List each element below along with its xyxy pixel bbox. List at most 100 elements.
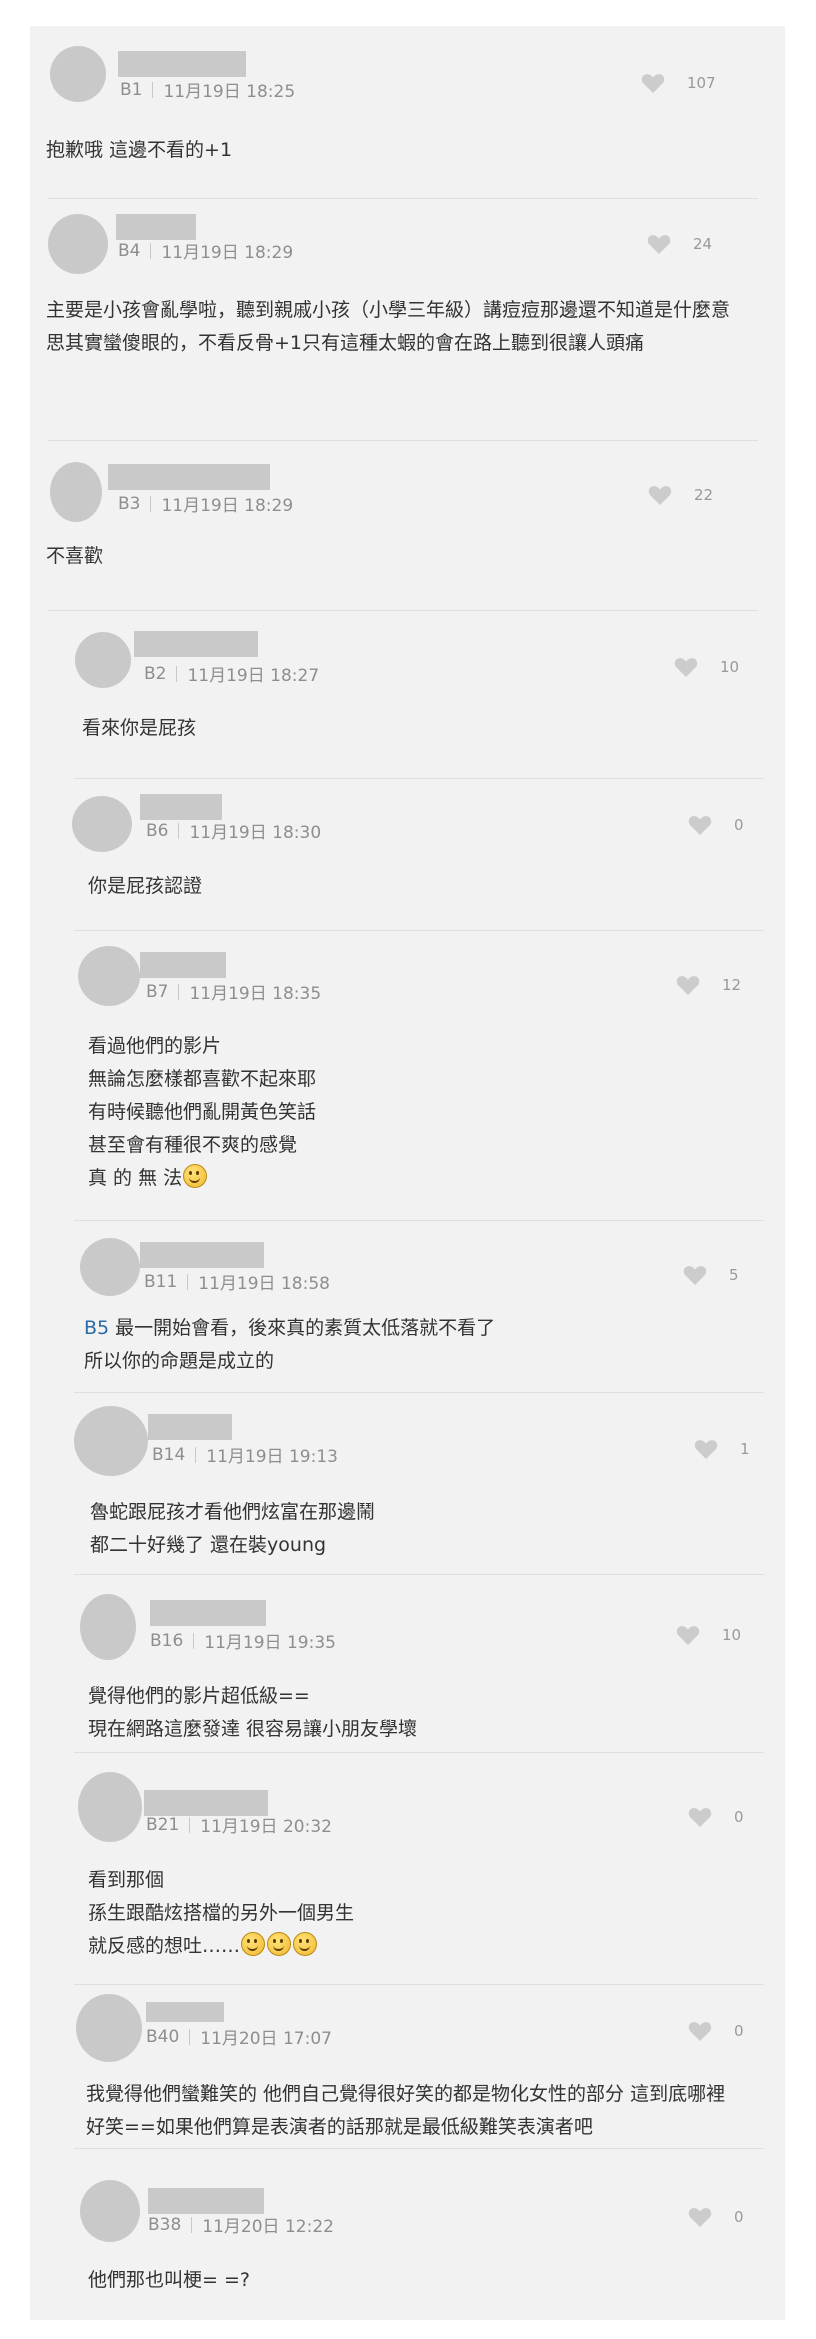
comment-meta: B7 11月19日 18:35 xyxy=(146,979,321,1005)
like-button[interactable]: 12 xyxy=(676,974,741,996)
heart-icon xyxy=(688,1808,712,1827)
floor-number: B16 xyxy=(150,1630,184,1651)
heart-icon xyxy=(688,2022,712,2041)
meta-divider xyxy=(189,1816,191,1833)
floor-number: B14 xyxy=(152,1444,186,1465)
comment-line: 有時候聽他們亂開黃色笑話 xyxy=(88,1101,317,1123)
smiley-emoji-icon xyxy=(183,1164,208,1188)
like-button[interactable]: 1 xyxy=(694,1438,750,1460)
like-count: 10 xyxy=(720,658,740,676)
comment-body: 抱歉哦 這邊不看的+1 xyxy=(46,134,232,167)
smiley-emoji-icon xyxy=(293,1932,318,1956)
like-button[interactable]: 0 xyxy=(688,2206,744,2228)
meta-divider xyxy=(189,2028,191,2045)
like-count: 5 xyxy=(729,1266,739,1284)
avatar[interactable] xyxy=(80,2180,140,2242)
avatar[interactable] xyxy=(75,632,131,688)
heart-icon xyxy=(641,74,665,93)
comment-body: 他們那也叫梗= =? xyxy=(88,2264,250,2297)
smiley-emoji-icon xyxy=(241,1932,266,1956)
redacted-username xyxy=(148,1414,232,1440)
avatar[interactable] xyxy=(72,796,132,852)
like-button[interactable]: 10 xyxy=(676,1624,741,1646)
avatar[interactable] xyxy=(78,946,140,1006)
like-button[interactable]: 5 xyxy=(683,1264,739,1286)
meta-divider xyxy=(191,2216,193,2233)
comment-meta: B21 11月19日 20:32 xyxy=(146,1812,332,1838)
timestamp: 11月19日 19:35 xyxy=(204,1633,336,1653)
avatar[interactable] xyxy=(50,462,102,522)
meta-divider xyxy=(193,1632,195,1649)
redacted-username xyxy=(140,794,222,820)
comment-divider xyxy=(48,610,758,611)
avatar[interactable] xyxy=(74,1406,148,1476)
timestamp: 11月19日 18:30 xyxy=(189,823,322,843)
meta-divider xyxy=(150,495,152,512)
comment-divider xyxy=(48,440,758,441)
timestamp: 11月20日 17:07 xyxy=(200,2029,332,2049)
heart-icon xyxy=(647,235,671,254)
like-button[interactable]: 22 xyxy=(648,484,713,506)
floor-reference-link[interactable]: B5 xyxy=(84,1317,109,1339)
comment-line: 真 的 無 法 xyxy=(88,1167,183,1189)
comment-body: 不喜歡 xyxy=(46,540,103,573)
like-count: 0 xyxy=(734,2208,744,2226)
avatar[interactable] xyxy=(78,1772,142,1842)
like-button[interactable]: 24 xyxy=(647,233,712,255)
like-button[interactable]: 10 xyxy=(674,656,739,678)
floor-number: B3 xyxy=(118,493,141,514)
redacted-username xyxy=(150,1600,266,1626)
meta-divider xyxy=(187,1273,189,1290)
heart-icon xyxy=(688,2208,712,2227)
comment-line: 所以你的命題是成立的 xyxy=(84,1350,275,1372)
avatar[interactable] xyxy=(50,46,106,102)
comment-line: 他們那也叫梗= =? xyxy=(88,2269,250,2291)
avatar[interactable] xyxy=(80,1238,140,1296)
floor-number: B38 xyxy=(148,2214,182,2235)
timestamp: 11月19日 18:27 xyxy=(187,666,320,686)
redacted-username xyxy=(116,214,196,240)
avatar[interactable] xyxy=(48,214,108,274)
like-count: 22 xyxy=(694,486,714,504)
like-count: 12 xyxy=(722,976,742,994)
redacted-username xyxy=(134,631,258,657)
comment-body: B5 最一開始會看，後來真的素質太低落就不看了 所以你的命題是成立的 xyxy=(84,1312,495,1378)
floor-number: B4 xyxy=(118,240,141,261)
comment-line: 看到那個 xyxy=(88,1869,165,1891)
redacted-username xyxy=(140,952,226,978)
comment-divider xyxy=(48,198,758,199)
redacted-username xyxy=(148,2188,264,2214)
comment-line: 孫生跟酷炫搭檔的另外一個男生 xyxy=(88,1902,355,1924)
timestamp: 11月19日 18:25 xyxy=(163,82,296,102)
timestamp: 11月20日 12:22 xyxy=(202,2217,334,2237)
comment-meta: B6 11月19日 18:30 xyxy=(146,818,322,844)
timestamp: 11月19日 19:13 xyxy=(206,1447,338,1467)
meta-divider xyxy=(152,81,154,98)
timestamp: 11月19日 18:58 xyxy=(198,1274,330,1294)
comment-line: 就反感的想吐…… xyxy=(88,1935,241,1957)
comment-line: 抱歉哦 這邊不看的+1 xyxy=(46,139,233,161)
comment-divider xyxy=(74,1752,764,1753)
comment-line: 甚至會有種很不爽的感覺 xyxy=(88,1134,298,1156)
comment-line: 看來你是屁孩 xyxy=(82,717,197,739)
redacted-username xyxy=(146,2002,224,2022)
meta-divider xyxy=(178,822,180,839)
floor-number: B7 xyxy=(146,981,169,1002)
like-button[interactable]: 0 xyxy=(688,1806,744,1828)
heart-icon xyxy=(694,1440,718,1459)
like-count: 0 xyxy=(734,2022,744,2040)
avatar[interactable] xyxy=(76,1994,142,2062)
like-button[interactable]: 0 xyxy=(688,2020,744,2042)
comment-body: 覺得他們的影片超低級== 現在網路這麼發達 很容易讓小朋友學壞 xyxy=(88,1680,417,1746)
floor-number: B11 xyxy=(144,1271,178,1292)
like-count: 1 xyxy=(740,1440,750,1458)
like-button[interactable]: 107 xyxy=(641,72,716,94)
meta-divider xyxy=(178,983,180,1000)
like-button[interactable]: 0 xyxy=(688,814,744,836)
comment-body: 看到那個 孫生跟酷炫搭檔的另外一個男生 就反感的想吐…… xyxy=(88,1864,354,1963)
comment-line: 無論怎麼樣都喜歡不起來耶 xyxy=(88,1068,317,1090)
avatar[interactable] xyxy=(80,1594,136,1660)
like-count: 0 xyxy=(734,1808,744,1826)
comment-meta: B14 11月19日 19:13 xyxy=(152,1442,338,1468)
comment-body: 看過他們的影片 無論怎麼樣都喜歡不起來耶 有時候聽他們亂開黃色笑話 甚至會有種很… xyxy=(88,1030,316,1195)
